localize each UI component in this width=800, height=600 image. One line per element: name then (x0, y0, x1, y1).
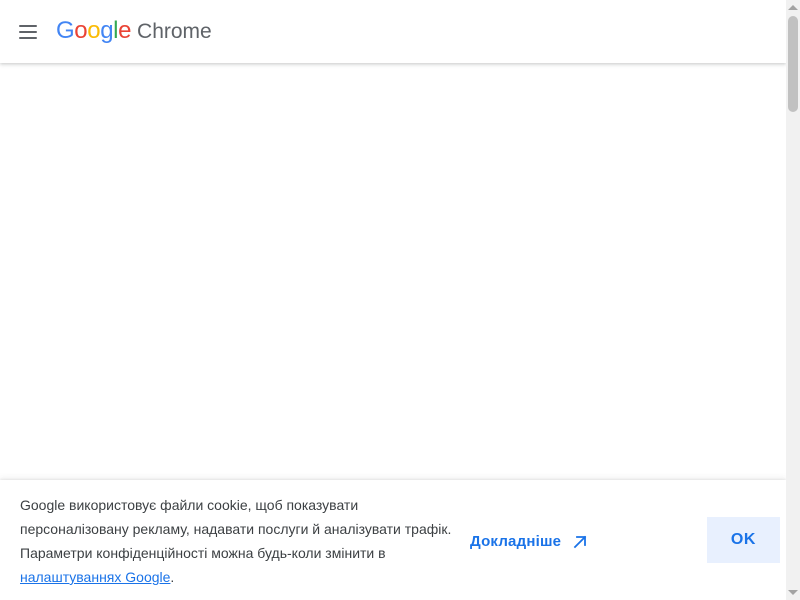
google-letter-o-red: o (74, 17, 88, 44)
cookie-ok-button[interactable]: OK (707, 517, 780, 563)
menu-line-bottom (19, 37, 37, 39)
page-content (0, 63, 786, 480)
menu-line-middle (19, 31, 37, 33)
cookie-consent-banner: Google використовує файли cookie, щоб по… (0, 480, 786, 600)
google-chrome-logo-link[interactable]: Google Chrome (56, 17, 212, 46)
scroll-down-arrow-icon[interactable] (788, 590, 798, 595)
hamburger-menu-icon (19, 25, 37, 39)
scrollbar-thumb[interactable] (788, 16, 798, 112)
google-letter-o-yellow: o (87, 17, 101, 44)
learn-more-link[interactable]: Докладніше (470, 533, 587, 550)
google-letter-g: G (56, 17, 75, 44)
google-letter-g-blue: g (100, 17, 114, 44)
product-name: Chrome (137, 20, 212, 43)
google-letter-e: e (118, 17, 132, 44)
learn-more-label: Докладніше (470, 533, 562, 550)
google-wordmark: Google (56, 17, 131, 45)
cookie-message-end: . (170, 569, 175, 585)
menu-line-top (19, 25, 37, 27)
main-menu-button[interactable] (14, 18, 42, 46)
external-link-icon (573, 535, 587, 548)
scroll-up-arrow-icon[interactable] (788, 5, 798, 10)
site-header: Google Chrome (0, 0, 786, 63)
browser-viewport: Google Chrome Google використовує файли … (0, 0, 800, 600)
cookie-message: Google використовує файли cookie, щоб по… (20, 493, 460, 589)
cookie-message-text: Google використовує файли cookie, щоб по… (20, 497, 452, 561)
vertical-scrollbar[interactable] (786, 0, 800, 600)
google-settings-link[interactable]: налаштуваннях Google (20, 569, 170, 585)
